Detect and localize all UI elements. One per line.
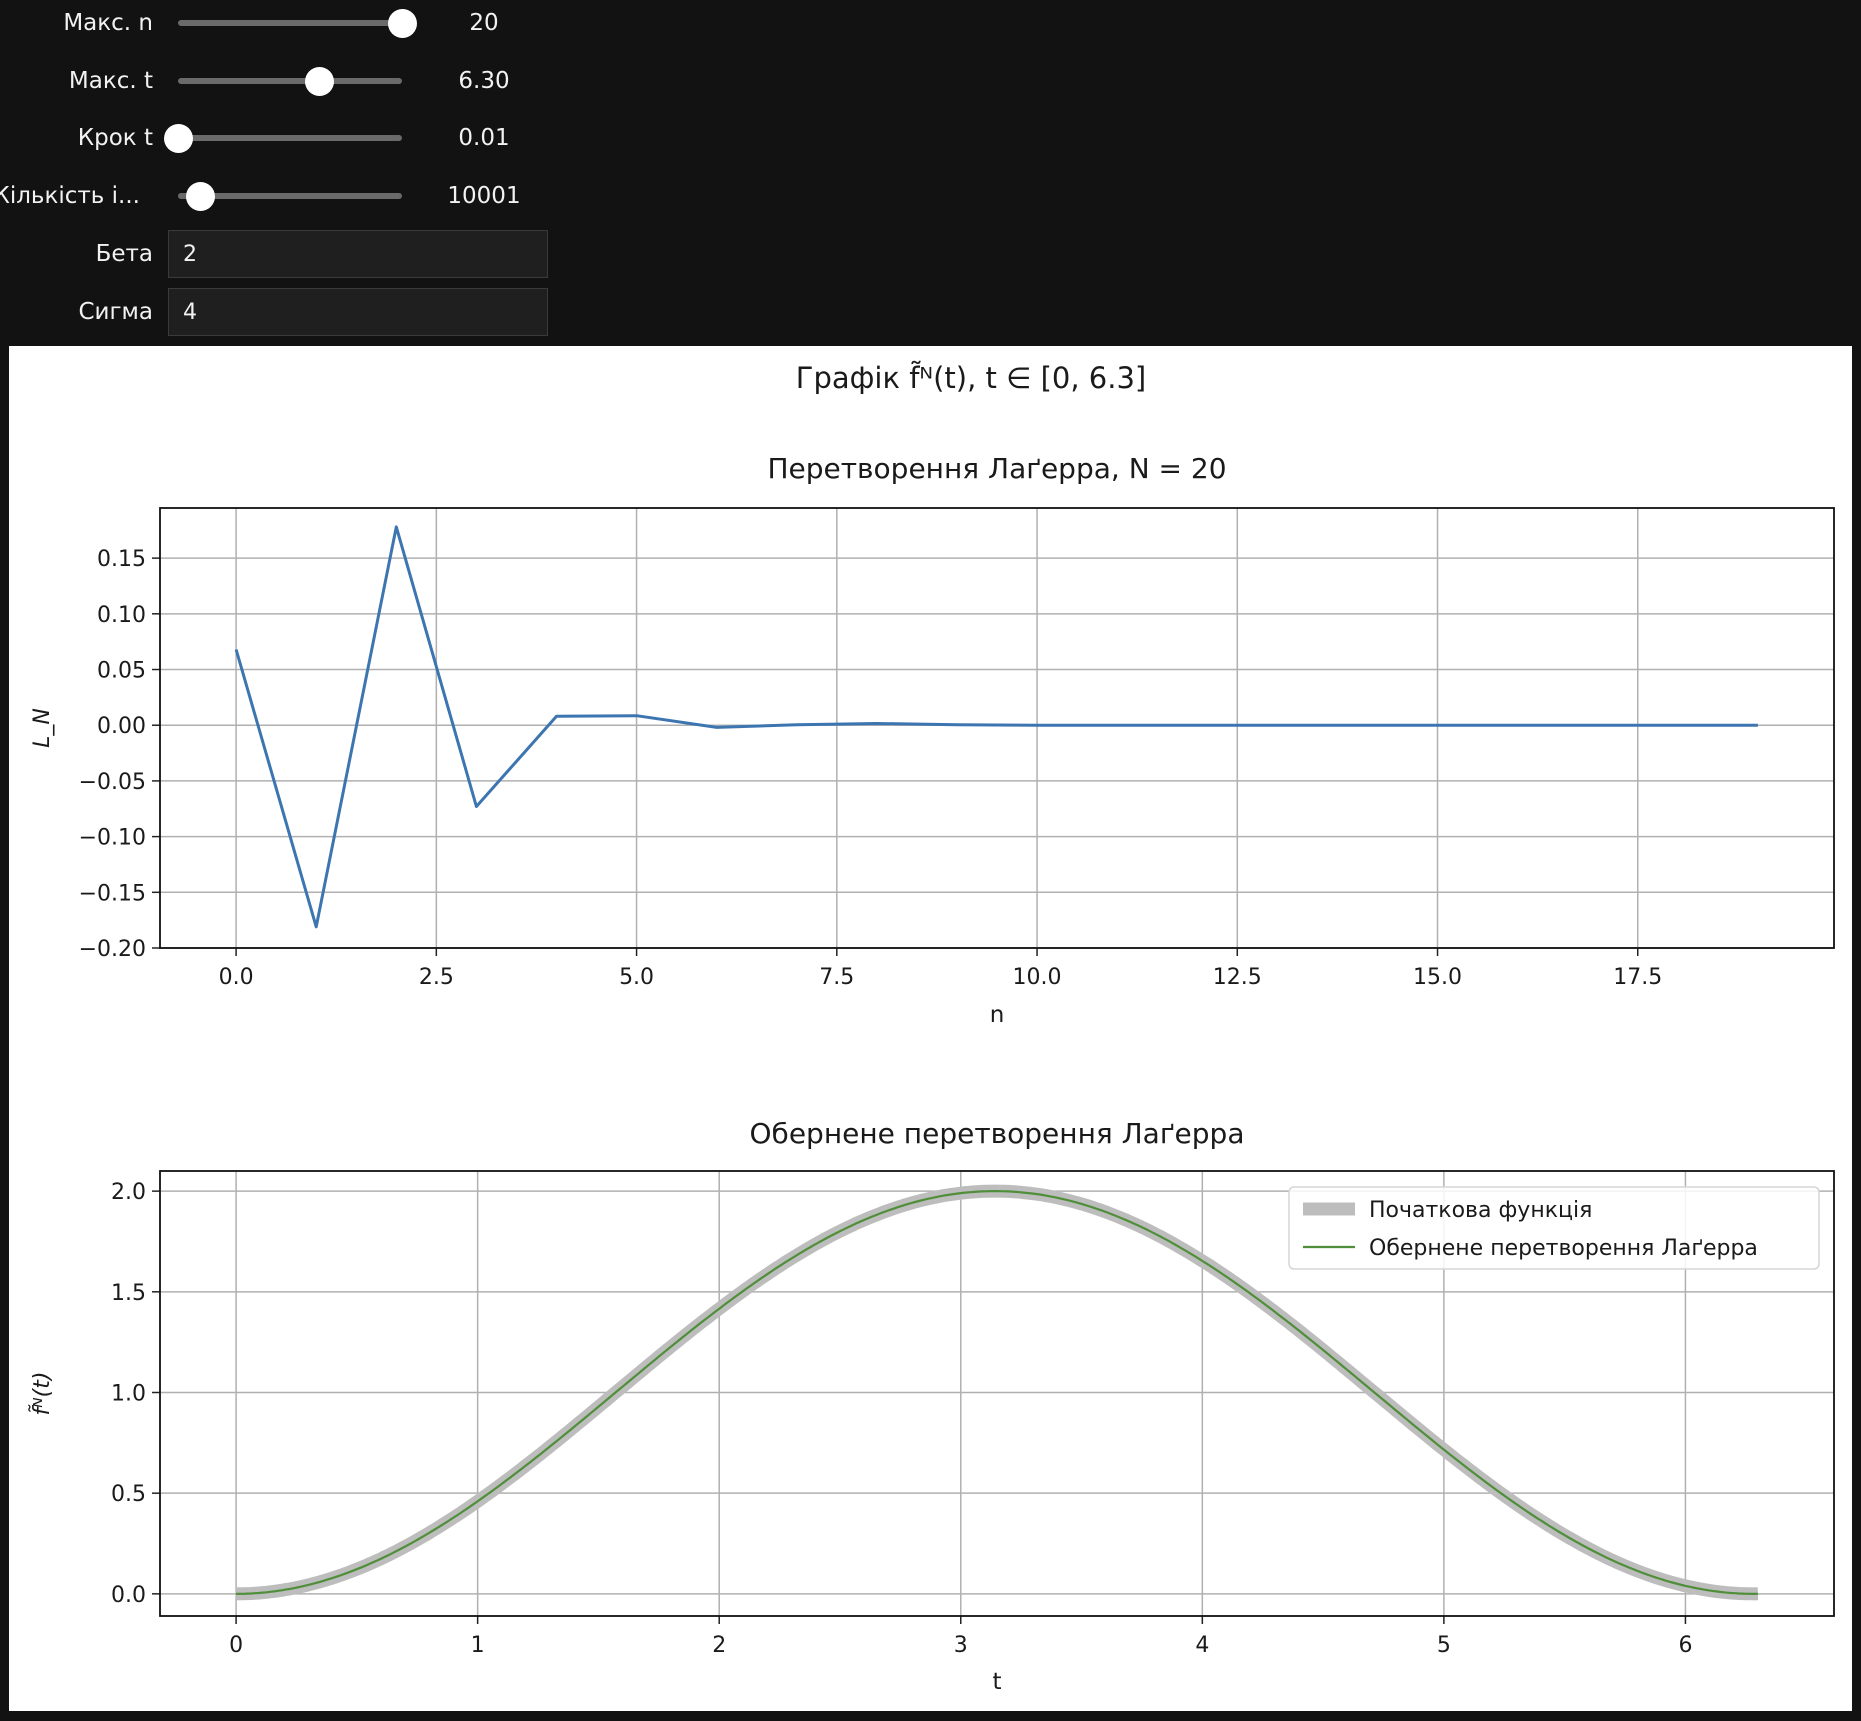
- top-ytick-label: −0.20: [79, 937, 146, 962]
- slider-thumb-count[interactable]: [186, 182, 216, 211]
- legend-label-1: Обернене перетворення Лаґерра: [1369, 1236, 1758, 1261]
- slider-value-max-n: 20: [469, 10, 499, 36]
- bottom-xtick-label: 1: [471, 1633, 485, 1658]
- top-ytick-label: −0.15: [79, 881, 146, 906]
- input-label-beta: Бета: [95, 241, 153, 267]
- slider-thumb-step-t[interactable]: [164, 124, 193, 153]
- slider-value-max-t: 6.30: [458, 68, 510, 94]
- slider-track-max-n[interactable]: [178, 9, 417, 38]
- top-axes: 0.0 2.5 5.0 7.5 10.0 12.5 15.0 17.5 0.15 0.10 0.05…: [30, 452, 1835, 1028]
- slider-track-max-t[interactable]: [178, 67, 402, 96]
- slider-row-max-n: Макс. n 20: [0, 0, 600, 46]
- bottom-ytick-label: 2.0: [111, 1180, 146, 1205]
- bottom-ytick-label: 0.5: [111, 1482, 146, 1507]
- slider-label-step-t: Крок t: [77, 125, 153, 151]
- bottom-legend: Початкова функція Обернене перетворення Л…: [1288, 1186, 1820, 1270]
- top-xtick-label: 12.5: [1213, 965, 1262, 990]
- top-xtick-label: 15.0: [1413, 965, 1462, 990]
- bottom-title: Обернене перетворення Лаґерра: [750, 1117, 1245, 1150]
- slider-row-max-t: Макс. t 6.30: [0, 58, 600, 104]
- input-row-sigma: Сигма: [0, 288, 600, 336]
- figure-canvas: Графік f̃ᴺ(t), t ∈ [0, 6.3] 0.0 2.5 5.0 7.5…: [9, 346, 1852, 1711]
- bottom-axes: 0 1 2 3 4 5 6 2.0 1.5 1.0 0.5 0.0 Обернене перетворе…: [29, 1117, 1835, 1695]
- top-xtick-label: 5.0: [619, 965, 654, 990]
- bottom-xtick-label: 4: [1195, 1633, 1209, 1658]
- slider-row-count: Кількість і... 10001: [0, 173, 600, 219]
- top-title: Перетворення Лаґерра, N = 20: [767, 452, 1226, 485]
- figure-suptitle: Графік f̃ᴺ(t), t ∈ [0, 6.3]: [796, 361, 1146, 395]
- top-ytick-label: −0.10: [79, 826, 146, 851]
- top-series-line-0: [234, 525, 1758, 929]
- top-xlabel: n: [990, 1002, 1005, 1028]
- slider-thumb-max-t[interactable]: [305, 67, 335, 96]
- bottom-xtick-label: 3: [954, 1633, 968, 1658]
- figure-svg: Графік f̃ᴺ(t), t ∈ [0, 6.3] 0.0 2.5 5.0 7.5…: [29, 361, 1835, 1695]
- sigma-input[interactable]: [168, 288, 548, 336]
- top-xtick-label: 2.5: [419, 965, 454, 990]
- top-xtick-label: 0.0: [219, 965, 254, 990]
- input-label-sigma: Сигма: [78, 299, 153, 325]
- top-ytick-label: 0.00: [97, 714, 146, 739]
- top-xtick-label: 7.5: [819, 965, 854, 990]
- bottom-ytick-label: 1.5: [111, 1281, 146, 1306]
- slider-value-step-t: 0.01: [458, 125, 510, 151]
- beta-input[interactable]: [168, 230, 548, 278]
- bottom-ytick-label: 0.0: [111, 1583, 146, 1608]
- top-xtick-label: 10.0: [1013, 965, 1062, 990]
- bottom-xtick-label: 0: [229, 1633, 243, 1658]
- top-ytick-label: 0.10: [97, 603, 146, 628]
- controls-panel: Макс. n 20 Макс. t 6.30 Крок t 0.01 Кіль…: [0, 0, 600, 345]
- top-ytick-label: 0.05: [97, 659, 146, 684]
- slider-label-max-n: Макс. n: [63, 10, 153, 36]
- bottom-ylabel: f̃ᴺ(t): [29, 1372, 55, 1416]
- bottom-xlabel: t: [992, 1669, 1001, 1695]
- slider-thumb-max-n[interactable]: [388, 9, 417, 38]
- bottom-xtick-label: 6: [1678, 1633, 1692, 1658]
- bottom-xtick-label: 5: [1437, 1633, 1451, 1658]
- slider-label-max-t: Макс. t: [68, 68, 153, 94]
- top-ylabel: L_N: [30, 708, 55, 748]
- legend-label-0: Початкова функція: [1369, 1198, 1592, 1223]
- top-xtick-label: 17.5: [1613, 965, 1662, 990]
- input-row-beta: Бета: [0, 230, 600, 278]
- top-ytick-label: 0.15: [97, 547, 146, 572]
- bottom-xtick-label: 2: [712, 1633, 726, 1658]
- slider-track-step-t[interactable]: [164, 124, 402, 153]
- slider-row-step-t: Крок t 0.01: [0, 115, 600, 161]
- slider-value-count: 10001: [447, 183, 521, 209]
- slider-label-count: Кількість і...: [0, 183, 140, 209]
- slider-track-count[interactable]: [178, 182, 402, 211]
- bottom-ytick-label: 1.0: [111, 1381, 146, 1406]
- top-ytick-label: −0.05: [79, 770, 146, 795]
